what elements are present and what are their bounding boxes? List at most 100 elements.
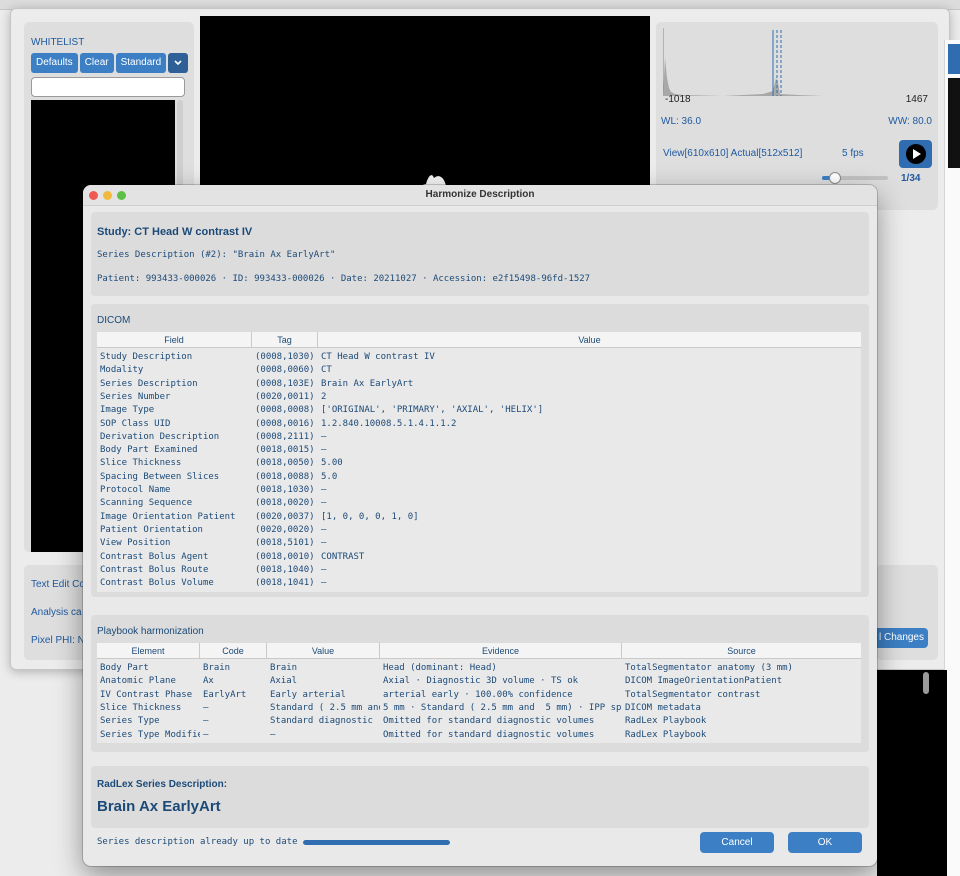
progress-bar bbox=[303, 840, 450, 845]
dicom-cell-field: Modality bbox=[100, 365, 144, 376]
dicom-section: DICOM Field Tag Value Study Description (… bbox=[91, 304, 869, 597]
view-size-info: View[610x610] Actual[512x512] bbox=[663, 148, 803, 159]
ok-button[interactable]: OK bbox=[788, 832, 862, 853]
dicom-row[interactable]: Image Type (0008,0008) ['ORIGINAL', 'PRIMA… bbox=[97, 404, 861, 417]
playbook-cell-evidence: Omitted for standard diagnostic volumes bbox=[383, 729, 595, 740]
dicom-cell-tag: (0020,0020) bbox=[255, 524, 315, 535]
dicom-row[interactable]: Contrast Bolus Route (0018,1040) — bbox=[97, 564, 861, 577]
playbook-cell-code: Brain bbox=[203, 663, 231, 673]
histogram-max-label: 1467 bbox=[905, 94, 928, 105]
progress-bar-fill bbox=[303, 840, 450, 845]
dicom-cell-value: — bbox=[321, 578, 327, 589]
defaults-button[interactable]: Defaults bbox=[31, 53, 78, 73]
dicom-cell-tag: (0018,1040) bbox=[255, 564, 315, 575]
playbook-cell-source: DICOM metadata bbox=[625, 702, 701, 713]
playbook-row[interactable]: Series Type Modifie — — Omitted for standar… bbox=[97, 729, 861, 742]
playbook-cell-code: Ax bbox=[203, 676, 214, 687]
dicom-cell-tag: (0018,1041) bbox=[255, 578, 315, 589]
header-value[interactable]: Value bbox=[267, 643, 380, 659]
dicom-row[interactable]: Derivation Description (0008,2111) — bbox=[97, 431, 861, 444]
histogram-min-label: -1018 bbox=[665, 94, 691, 105]
dicom-cell-field: Patient Orientation bbox=[100, 524, 203, 535]
dicom-row[interactable]: Protocol Name (0018,1030) — bbox=[97, 484, 861, 497]
playbook-cell-source: TotalSegmentator contrast bbox=[625, 689, 761, 700]
dicom-cell-field: Derivation Description bbox=[100, 431, 220, 442]
dicom-row[interactable]: Slice Thickness (0018,0050) 5.00 bbox=[97, 457, 861, 470]
header-code[interactable]: Code bbox=[200, 643, 267, 659]
dicom-cell-field: Contrast Bolus Volume bbox=[100, 578, 214, 589]
dicom-row[interactable]: Contrast Bolus Volume (0018,1041) — bbox=[97, 577, 861, 590]
header-tag[interactable]: Tag bbox=[252, 332, 318, 348]
dicom-cell-tag: (0008,1030) bbox=[255, 352, 315, 362]
playbook-cell-source: RadLex Playbook bbox=[625, 729, 707, 740]
playbook-cell-code: — bbox=[203, 729, 209, 740]
study-section: Study: CT Head W contrast IV Series Desc… bbox=[91, 212, 869, 296]
dicom-cell-field: Body Part Examined bbox=[100, 445, 198, 456]
study-title: Study: CT Head W contrast IV bbox=[97, 226, 253, 238]
playbook-row[interactable]: Anatomic Plane Ax Axial Axial · Diagnostic … bbox=[97, 675, 861, 688]
playbook-cell-element: Series Type bbox=[100, 716, 160, 727]
playbook-row[interactable]: Slice Thickness — Standard ( 2.5 mm and 5 m… bbox=[97, 702, 861, 715]
dialog-title: Harmonize Description bbox=[425, 189, 535, 200]
playbook-cell-source: TotalSegmentator anatomy (3 mm) bbox=[625, 663, 793, 673]
dicom-row[interactable]: SOP Class UID (0008,0016) 1.2.840.10008.5.… bbox=[97, 418, 861, 431]
playbook-cell-value: Axial bbox=[270, 676, 298, 687]
playbook-row[interactable]: Body Part Brain Brain Head (dominant: Head)… bbox=[97, 662, 861, 675]
dicom-cell-value: CONTRAST bbox=[321, 551, 365, 562]
dicom-row[interactable]: Series Number (0020,0011) 2 bbox=[97, 391, 861, 404]
apply-changes-button[interactable]: l Changes bbox=[876, 628, 928, 648]
secondary-scrollbar[interactable] bbox=[923, 672, 929, 694]
playbook-row[interactable]: Series Type — Standard diagnostic Omitted f… bbox=[97, 715, 861, 728]
right-info-panel: l Changes bbox=[876, 565, 938, 660]
pixel-phi-label: Pixel PHI: N bbox=[31, 635, 85, 646]
playbook-table-header: Element Code Value Evidence Source bbox=[97, 643, 861, 659]
whitelist-title: WHITELIST bbox=[31, 37, 85, 48]
header-element[interactable]: Element bbox=[97, 643, 200, 659]
dicom-cell-tag: (0018,0088) bbox=[255, 471, 315, 482]
playbook-cell-source: RadLex Playbook bbox=[625, 716, 707, 727]
header-value[interactable]: Value bbox=[318, 332, 861, 348]
dicom-row[interactable]: Scanning Sequence (0018,0020) — bbox=[97, 497, 861, 510]
dicom-cell-field: Spacing Between Slices bbox=[100, 471, 220, 482]
dicom-row[interactable]: Modality (0008,0060) CT bbox=[97, 364, 861, 377]
play-button[interactable] bbox=[899, 140, 932, 168]
dicom-cell-field: Slice Thickness bbox=[100, 458, 182, 469]
cancel-button[interactable]: Cancel bbox=[700, 832, 774, 853]
dicom-row[interactable]: Image Orientation Patient (0020,0037) [1, … bbox=[97, 511, 861, 524]
header-source[interactable]: Source bbox=[622, 643, 861, 659]
dicom-cell-tag: (0008,0060) bbox=[255, 365, 315, 376]
text-edit-label: Text Edit Co bbox=[31, 579, 85, 590]
playbook-cell-element: Anatomic Plane bbox=[100, 676, 176, 687]
standard-button[interactable]: Standard bbox=[115, 53, 167, 73]
window-level-value: WL: 36.0 bbox=[661, 116, 702, 127]
playbook-row[interactable]: IV Contrast Phase EarlyArt Early arterial a… bbox=[97, 689, 861, 702]
dicom-row[interactable]: Patient Orientation (0020,0020) — bbox=[97, 524, 861, 537]
fps-label: 5 fps bbox=[842, 148, 864, 159]
dicom-row[interactable]: Body Part Examined (0018,0015) — bbox=[97, 444, 861, 457]
dicom-row[interactable]: Contrast Bolus Agent (0018,0010) CONTRAST bbox=[97, 551, 861, 564]
status-message: Series description already up to date bbox=[97, 837, 298, 847]
whitelist-search-input[interactable] bbox=[31, 77, 185, 97]
header-evidence[interactable]: Evidence bbox=[380, 643, 622, 659]
frame-slider-handle[interactable] bbox=[829, 172, 842, 184]
header-field[interactable]: Field bbox=[97, 332, 252, 348]
dicom-row[interactable]: View Position (0018,5101) — bbox=[97, 537, 861, 550]
dicom-cell-value: CT Head W contrast IV bbox=[321, 352, 435, 362]
dicom-cell-tag: (0018,0050) bbox=[255, 458, 315, 469]
dicom-row[interactable]: Study Description (0008,1030) CT Head W co… bbox=[97, 351, 861, 364]
dicom-cell-value: 5.00 bbox=[321, 458, 343, 469]
playbook-label: Playbook harmonization bbox=[97, 626, 204, 637]
dicom-cell-value: ['ORIGINAL', 'PRIMARY', 'AXIAL', 'HELIX'… bbox=[321, 405, 544, 416]
whitelist-dropdown-button[interactable] bbox=[168, 53, 189, 73]
dicom-row[interactable]: Spacing Between Slices (0018,0088) 5.0 bbox=[97, 471, 861, 484]
dicom-cell-value: — bbox=[321, 431, 327, 442]
playbook-cell-evidence: Head (dominant: Head) bbox=[383, 663, 497, 673]
playbook-cell-value: — bbox=[270, 729, 276, 740]
dicom-row[interactable]: Series Description (0008,103E) Brain Ax Ea… bbox=[97, 378, 861, 391]
clear-button[interactable]: Clear bbox=[79, 53, 114, 73]
dicom-cell-tag: (0020,0011) bbox=[255, 391, 315, 402]
harmonize-description-dialog: Harmonize Description Study: CT Head W c… bbox=[83, 185, 877, 866]
dicom-cell-tag: (0018,0010) bbox=[255, 551, 315, 562]
playbook-section: Playbook harmonization Element Code Valu… bbox=[91, 615, 869, 752]
dicom-cell-tag: (0018,5101) bbox=[255, 538, 315, 549]
